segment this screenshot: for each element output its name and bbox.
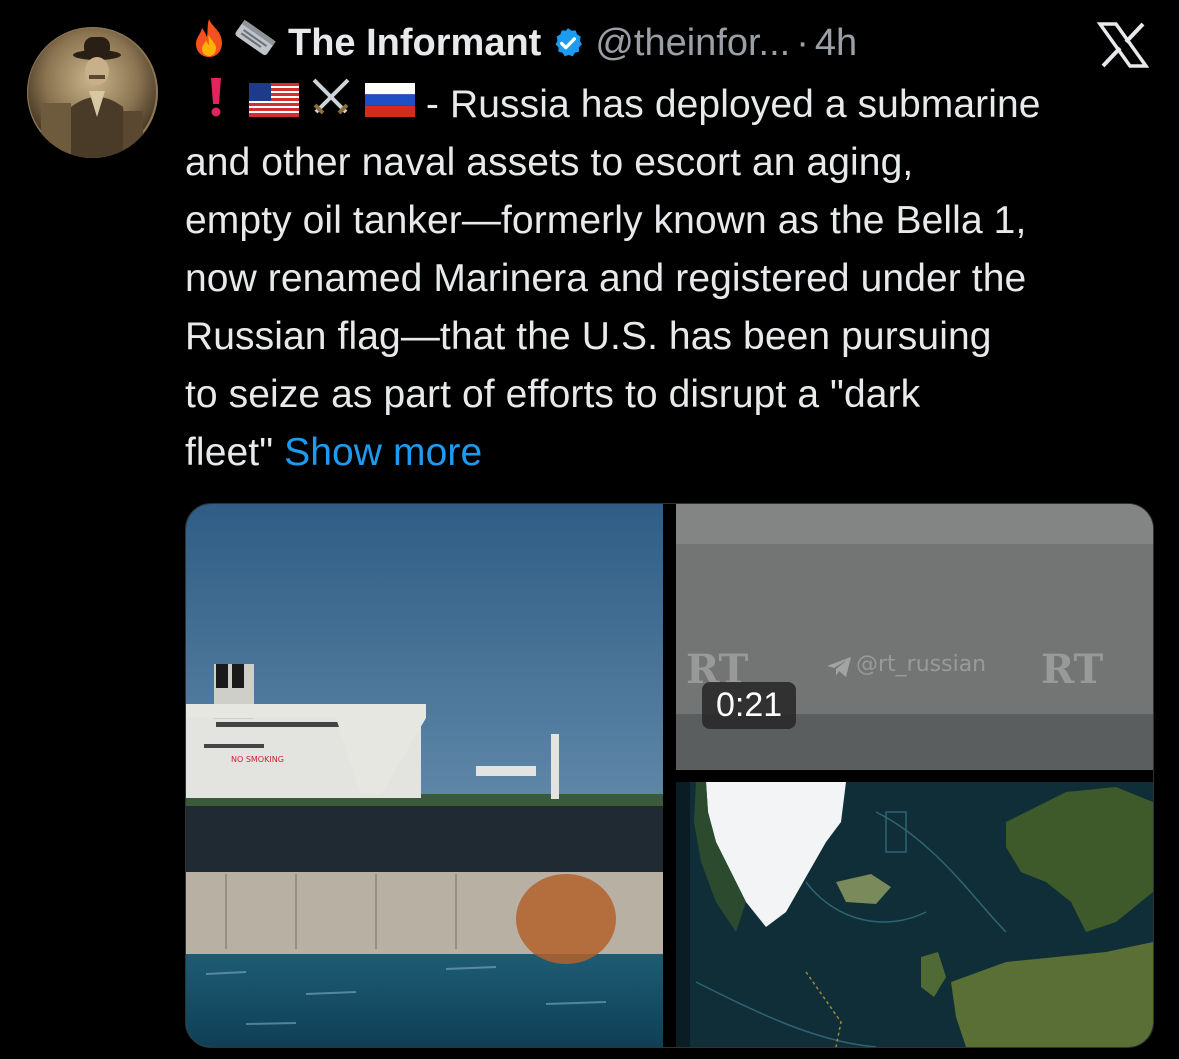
media-grid: NO SMOKING RT @rt_russian RT 0:21 <box>185 503 1154 1048</box>
tweet-text-line-3: empty oil tanker—formerly known as the B… <box>185 199 1027 242</box>
crossed-swords-emoji <box>309 75 353 136</box>
tweet-text-line: - Russia has deployed a submarine <box>185 76 1165 134</box>
author-name[interactable]: The Informant <box>288 22 541 65</box>
tweet-text-line-7-text: fleet" <box>185 431 274 474</box>
red-exclamation-emoji <box>209 76 223 135</box>
tweet-text-line-5: Russian flag—that the U.S. has been purs… <box>185 315 992 358</box>
tanker-image: NO SMOKING <box>186 504 663 1047</box>
ship-hull-marking: NO SMOKING <box>231 755 284 764</box>
tweet-text-line-7: fleet" Show more <box>185 424 1165 482</box>
tweet-header: The Informant @theinfor... · 4h <box>190 18 1160 68</box>
newspaper-emoji <box>232 17 278 69</box>
tweet-timestamp[interactable]: 4h <box>815 22 857 65</box>
tweet-text-line-4: now renamed Marinera and registered unde… <box>185 257 1027 300</box>
video-frame <box>676 504 1153 770</box>
author-handle[interactable]: @theinfor... <box>595 22 790 65</box>
tweet-text-line-6: to seize as part of efforts to disrupt a… <box>185 373 921 416</box>
russia-flag-emoji <box>365 76 415 134</box>
show-more-link[interactable]: Show more <box>284 431 482 474</box>
avatar[interactable] <box>27 27 158 158</box>
rt-watermark-right: RT <box>1041 646 1104 693</box>
map-image[interactable] <box>676 782 1153 1047</box>
tweet-text-line-1: - Russia has deployed a submarine <box>415 83 1041 126</box>
video-duration-badge: 0:21 <box>702 682 797 729</box>
tanker-photo[interactable]: NO SMOKING <box>186 504 663 1047</box>
north-atlantic-map <box>676 782 1153 1047</box>
avatar-portrait <box>27 27 158 158</box>
telegram-icon <box>826 656 852 683</box>
tweet-text-line-2: and other naval assets to escort an agin… <box>185 141 914 184</box>
tweet-text: - Russia has deployed a submarine and ot… <box>185 76 1165 482</box>
us-flag-emoji <box>249 76 299 134</box>
verified-badge-icon <box>551 26 585 60</box>
tweet[interactable]: The Informant @theinfor... · 4h - Russia… <box>0 0 1179 1059</box>
separator-dot: · <box>796 21 809 64</box>
rt-watermark-handle: @rt_russian <box>856 652 987 677</box>
fire-emoji <box>190 17 228 69</box>
x-logo-icon[interactable] <box>1096 22 1150 68</box>
video-thumbnail[interactable]: RT @rt_russian RT 0:21 <box>676 504 1153 770</box>
